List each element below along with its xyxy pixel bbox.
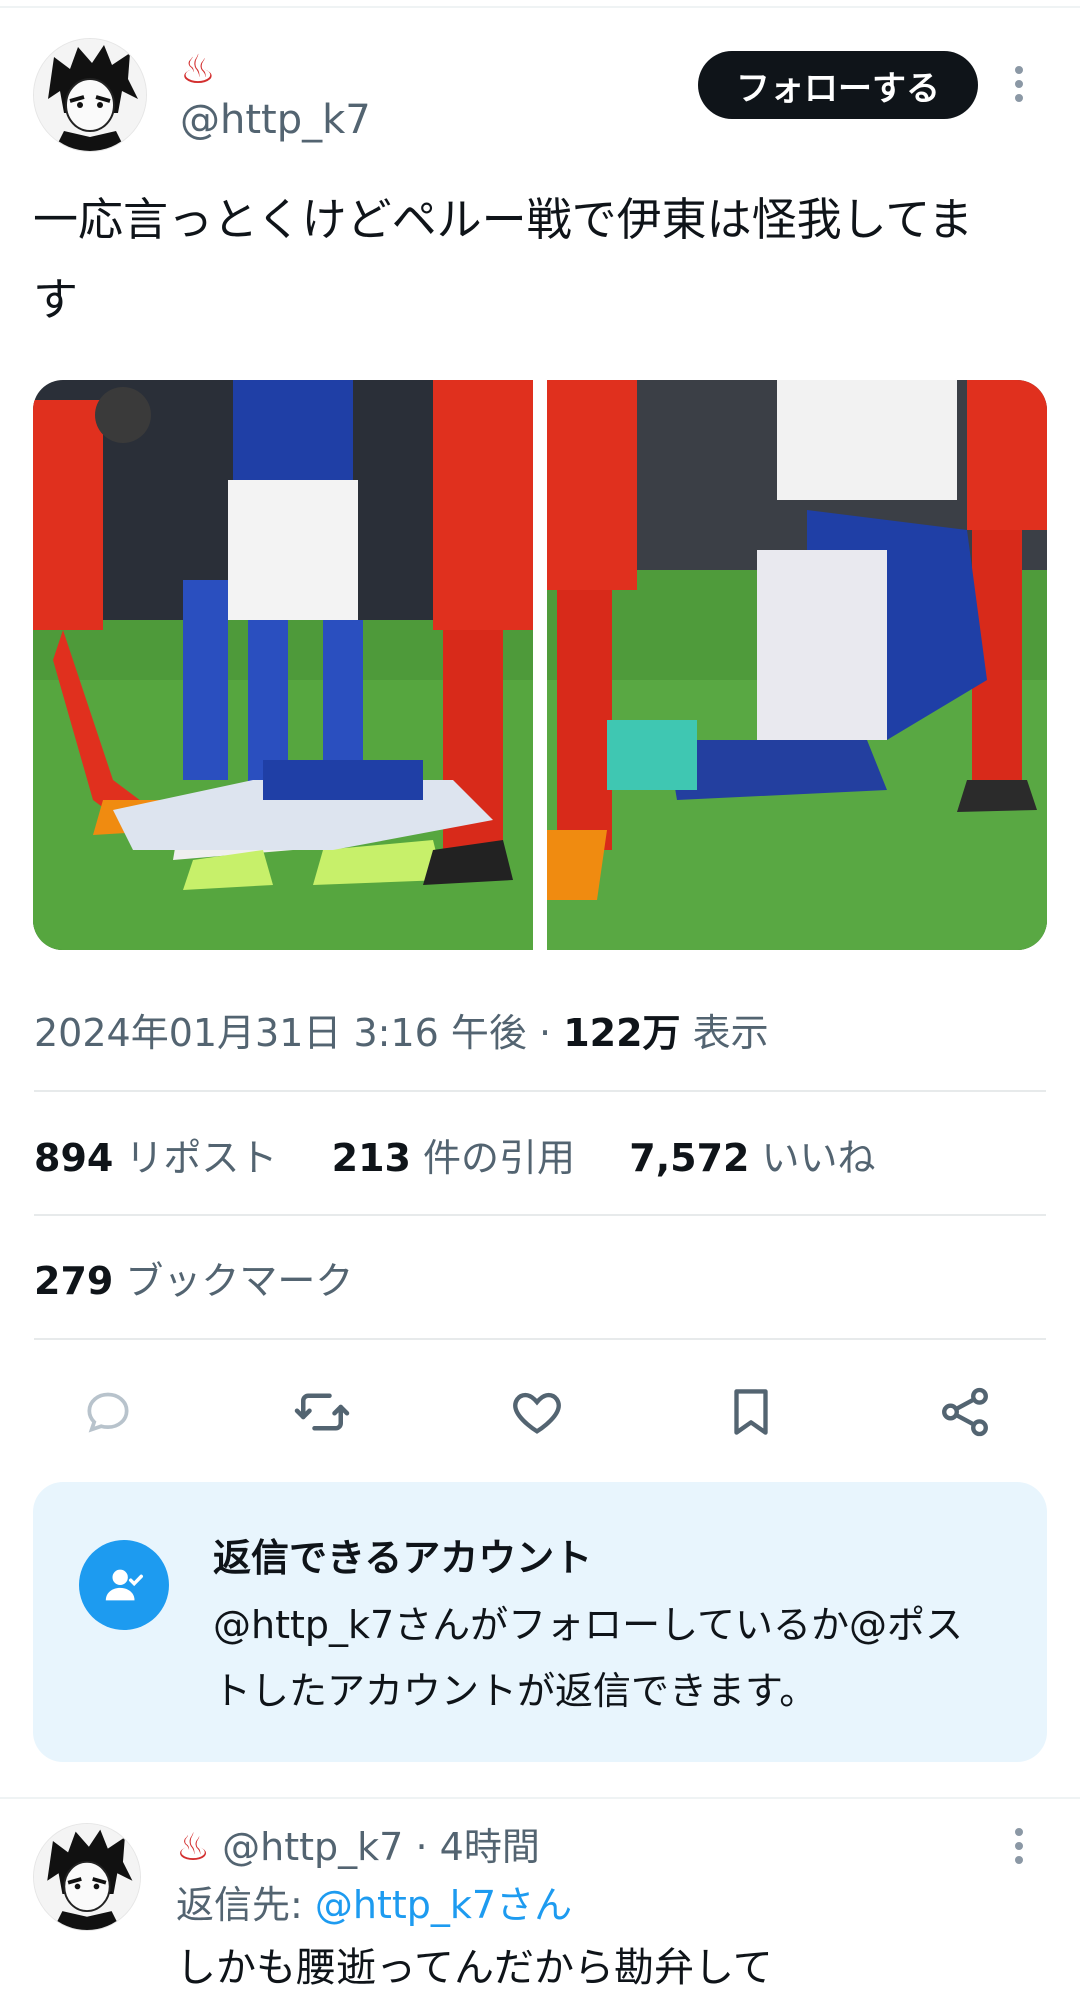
reposts-stat[interactable]: 894 リポスト [34,1136,277,1180]
bookmarks-label: ブックマーク [125,1259,354,1303]
more-icon[interactable] [1013,1826,1025,1873]
display-name[interactable]: ♨ [180,46,216,94]
likes-count: 7,572 [629,1136,750,1180]
quotes-stat[interactable]: 213 件の引用 [332,1136,575,1180]
section-divider [0,1797,1080,1799]
reply-handle[interactable]: @http_k7 [222,1825,403,1869]
reply-avatar[interactable] [33,1823,141,1931]
reposts-count: 894 [34,1136,114,1180]
reposts-label: リポスト [125,1136,278,1180]
reply-time[interactable]: 4時間 [440,1825,540,1869]
reply-to-label: 返信先: [176,1883,303,1927]
share-icon[interactable] [925,1372,1005,1452]
views-label: 表示 [692,1011,769,1055]
views-count: 122万 [563,1011,681,1055]
photo-left[interactable] [33,380,533,950]
reply-to-line: 返信先: @http_k7さん [176,1880,572,1930]
top-divider [0,6,1080,8]
reply-separator: · [415,1825,428,1869]
bookmarks-stat[interactable]: 279 ブックマーク [34,1256,353,1306]
reply-display-name[interactable]: ♨ [176,1825,210,1869]
timestamp[interactable]: 2024年01月31日 3:16 午後 [34,1011,527,1055]
post-text: 一応言っとくけどペルー戦で伊東は怪我してま す [33,180,1048,340]
more-icon[interactable] [1013,64,1025,111]
quotes-label: 件の引用 [423,1136,576,1180]
likes-stat[interactable]: 7,572 いいね [629,1136,875,1180]
divider [34,1338,1046,1340]
meta-separator: · [539,1011,552,1055]
reply-text: しかも腰逝ってんだから勘弁して [176,1945,773,1991]
reply-icon[interactable] [68,1372,148,1452]
post-text-line: 一応言っとくけどペルー戦で伊東は怪我してま [33,193,974,246]
like-icon[interactable] [497,1372,577,1452]
post-meta: 2024年01月31日 3:16 午後 · 122万 表示 [34,1008,769,1058]
quotes-count: 213 [331,1136,411,1180]
media-grid[interactable] [33,380,1047,950]
reply-restriction-line: トしたアカウントが返信できます。 [213,1669,818,1713]
bookmarks-count: 279 [34,1259,114,1303]
bookmark-icon[interactable] [711,1372,791,1452]
photo-right[interactable] [547,380,1047,950]
divider [34,1214,1046,1216]
post-text-line: す [33,273,79,326]
reply-restriction-body: @http_k7さんがフォローしているか@ポス トしたアカウントが返信できます。 [213,1592,1013,1724]
reply-restriction-line: @http_k7さんがフォローしているか@ポス [213,1603,964,1647]
user-check-icon [79,1540,169,1630]
avatar[interactable] [33,38,147,152]
follow-button[interactable]: フォローする [698,51,978,119]
reply-restriction-title: 返信できるアカウント [213,1536,593,1580]
handle[interactable]: @http_k7 [180,96,371,144]
reply-to-link[interactable]: @http_k7さん [315,1883,572,1927]
reply-header: ♨ @http_k7 · 4時間 [176,1822,540,1872]
stats-row: 894 リポスト 213 件の引用 7,572 いいね [34,1133,876,1183]
likes-label: いいね [761,1136,876,1180]
repost-icon[interactable] [282,1372,362,1452]
divider [34,1090,1046,1092]
